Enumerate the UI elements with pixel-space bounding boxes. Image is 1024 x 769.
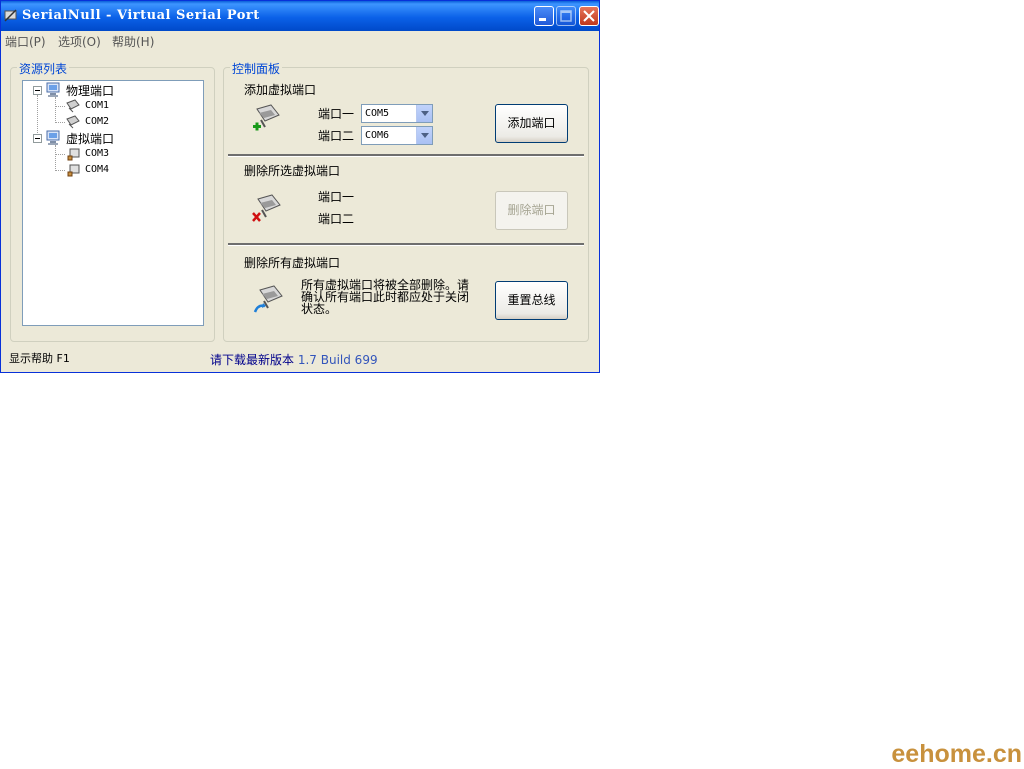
menu-port[interactable]: 端口(P) <box>5 33 46 50</box>
virtual-port-icon <box>67 148 80 161</box>
port1-select-value: COM5 <box>365 108 390 119</box>
menu-help[interactable]: 帮助(H) <box>112 33 154 50</box>
remove-all-message: 所有虚拟端口将被全部删除。请确认所有端口此时都应处于关闭状态。 <box>301 278 470 316</box>
chevron-down-icon[interactable] <box>416 105 432 122</box>
tree-node-com3[interactable]: COM3 <box>85 148 109 159</box>
remove-port-icon <box>252 194 281 222</box>
update-link[interactable]: 请下载最新版本 1.7 Build 699 <box>210 351 378 368</box>
close-icon <box>583 10 595 22</box>
add-port-icon <box>253 104 280 131</box>
tree-node-com1[interactable]: COM1 <box>85 100 109 111</box>
add-port2-label: 端口二 <box>318 129 355 143</box>
update-link-text: 请下载最新版本 <box>210 353 295 367</box>
section-divider <box>228 154 584 157</box>
collapse-virtual-toggle[interactable] <box>33 134 42 143</box>
update-version: 1.7 Build 699 <box>297 353 378 367</box>
virtual-port-icon <box>67 164 80 177</box>
resource-tree[interactable]: 物理端口 COM1 COM2 虚拟端口 COM3 COM4 <box>22 80 204 326</box>
tree-node-com4[interactable]: COM4 <box>85 164 109 175</box>
watermark: eehome.cn <box>891 740 1022 768</box>
tree-node-physical[interactable]: 物理端口 <box>66 82 114 99</box>
port1-select[interactable]: COM5 <box>361 104 433 123</box>
window-title: SerialNull - Virtual Serial Port <box>22 8 260 23</box>
status-help-text: 显示帮助 F1 <box>9 352 70 365</box>
section-divider <box>228 243 584 246</box>
port2-select-value: COM6 <box>365 130 390 141</box>
title-bar[interactable]: SerialNull - Virtual Serial Port <box>1 1 599 31</box>
control-panel-label: 控制面板 <box>230 60 283 77</box>
add-port-button[interactable]: 添加端口 <box>495 104 568 143</box>
computer-icon <box>46 82 60 97</box>
close-button[interactable] <box>579 6 599 26</box>
menu-options[interactable]: 选项(O) <box>58 33 101 50</box>
remove-port-button[interactable]: 删除端口 <box>495 191 568 230</box>
add-section-title: 添加虚拟端口 <box>244 83 317 97</box>
resource-list-label: 资源列表 <box>17 60 70 77</box>
remove-selected-title: 删除所选虚拟端口 <box>244 164 341 178</box>
reset-bus-button[interactable]: 重置总线 <box>495 281 568 320</box>
port2-select[interactable]: COM6 <box>361 126 433 145</box>
computer-icon <box>46 130 60 145</box>
reset-bus-icon <box>253 285 283 313</box>
add-port1-label: 端口一 <box>318 107 355 121</box>
remove-port2-label: 端口二 <box>318 212 355 226</box>
remove-port1-label: 端口一 <box>318 190 355 204</box>
chevron-down-icon[interactable] <box>416 127 432 144</box>
remove-all-title: 删除所有虚拟端口 <box>244 256 341 270</box>
minimize-icon <box>539 18 546 21</box>
tree-node-com2[interactable]: COM2 <box>85 116 109 127</box>
serial-port-icon <box>66 99 80 113</box>
minimize-button[interactable] <box>534 6 554 26</box>
maximize-button[interactable] <box>556 6 576 26</box>
app-icon <box>4 9 17 22</box>
collapse-physical-toggle[interactable] <box>33 86 42 95</box>
tree-node-virtual[interactable]: 虚拟端口 <box>66 130 114 147</box>
serial-port-icon <box>66 115 80 129</box>
menu-bar: 端口(P) 选项(O) 帮助(H) <box>1 31 599 49</box>
maximize-icon <box>560 10 572 22</box>
main-window: SerialNull - Virtual Serial Port 端口(P) 选… <box>0 0 600 373</box>
